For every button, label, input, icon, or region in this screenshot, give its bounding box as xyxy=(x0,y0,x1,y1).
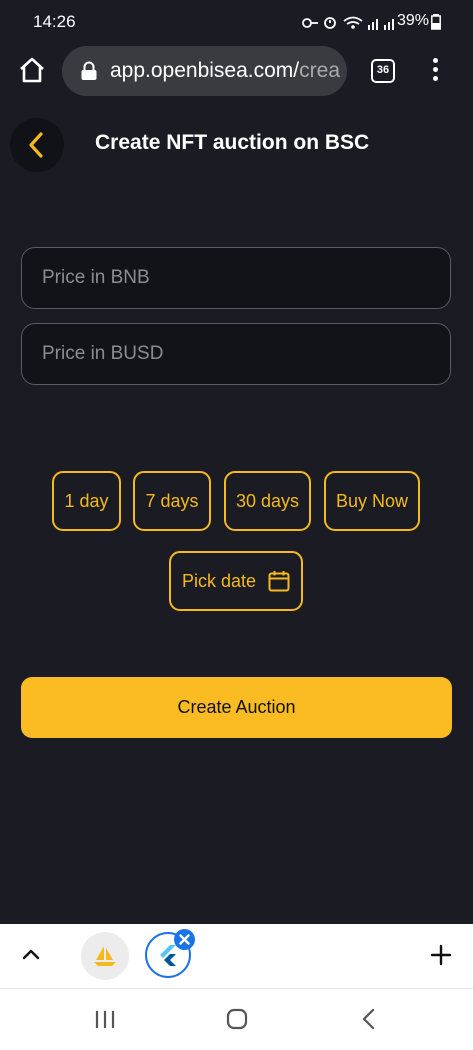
price-busd-field[interactable] xyxy=(21,323,451,385)
battery-percent: 39% xyxy=(396,12,429,29)
page-title: Create NFT auction on BSC xyxy=(95,131,370,154)
url-text: app.openbisea.com/crea xyxy=(110,59,340,83)
duration-7-days-button[interactable]: 7 days xyxy=(133,471,211,531)
pick-date-button[interactable]: Pick date xyxy=(169,551,303,611)
price-busd-input[interactable] xyxy=(42,324,422,384)
plus-icon[interactable] xyxy=(430,944,452,966)
tab-switcher-button[interactable]: 36 xyxy=(371,59,395,83)
url-main: app.openbisea.com/ xyxy=(110,59,300,82)
tab-strip xyxy=(0,924,473,988)
duration-30-days-button[interactable]: 30 days xyxy=(224,471,311,531)
status-bar: 14:26 39% xyxy=(0,0,473,42)
pick-date-label: Pick date xyxy=(181,570,257,591)
boat-logo-icon xyxy=(94,946,116,966)
battery-icon xyxy=(431,14,441,30)
system-nav-bar xyxy=(0,988,473,1050)
chevron-left-icon xyxy=(29,132,43,158)
more-menu-icon[interactable] xyxy=(430,58,440,84)
duration-1-day-button[interactable]: 1 day xyxy=(52,471,121,531)
tab-close-button[interactable] xyxy=(174,929,195,950)
url-faded: crea xyxy=(299,59,340,82)
lock-icon xyxy=(81,61,97,80)
home-icon[interactable] xyxy=(18,56,46,84)
back-nav-icon[interactable] xyxy=(360,1008,376,1030)
chevron-up-icon[interactable] xyxy=(22,947,40,961)
buy-now-button[interactable]: Buy Now xyxy=(324,471,420,531)
tab-thumbnail-openbisea[interactable] xyxy=(81,932,129,980)
status-time: 14:26 xyxy=(33,12,76,31)
address-bar[interactable]: app.openbisea.com/crea xyxy=(62,46,347,96)
close-icon xyxy=(179,934,190,945)
price-bnb-field[interactable] xyxy=(21,247,451,309)
calendar-icon xyxy=(268,571,290,592)
home-nav-icon[interactable] xyxy=(226,1008,248,1030)
create-auction-button[interactable]: Create Auction xyxy=(21,677,452,738)
back-button[interactable] xyxy=(10,118,64,172)
price-bnb-input[interactable] xyxy=(42,248,422,308)
recent-apps-icon[interactable] xyxy=(94,1009,116,1029)
